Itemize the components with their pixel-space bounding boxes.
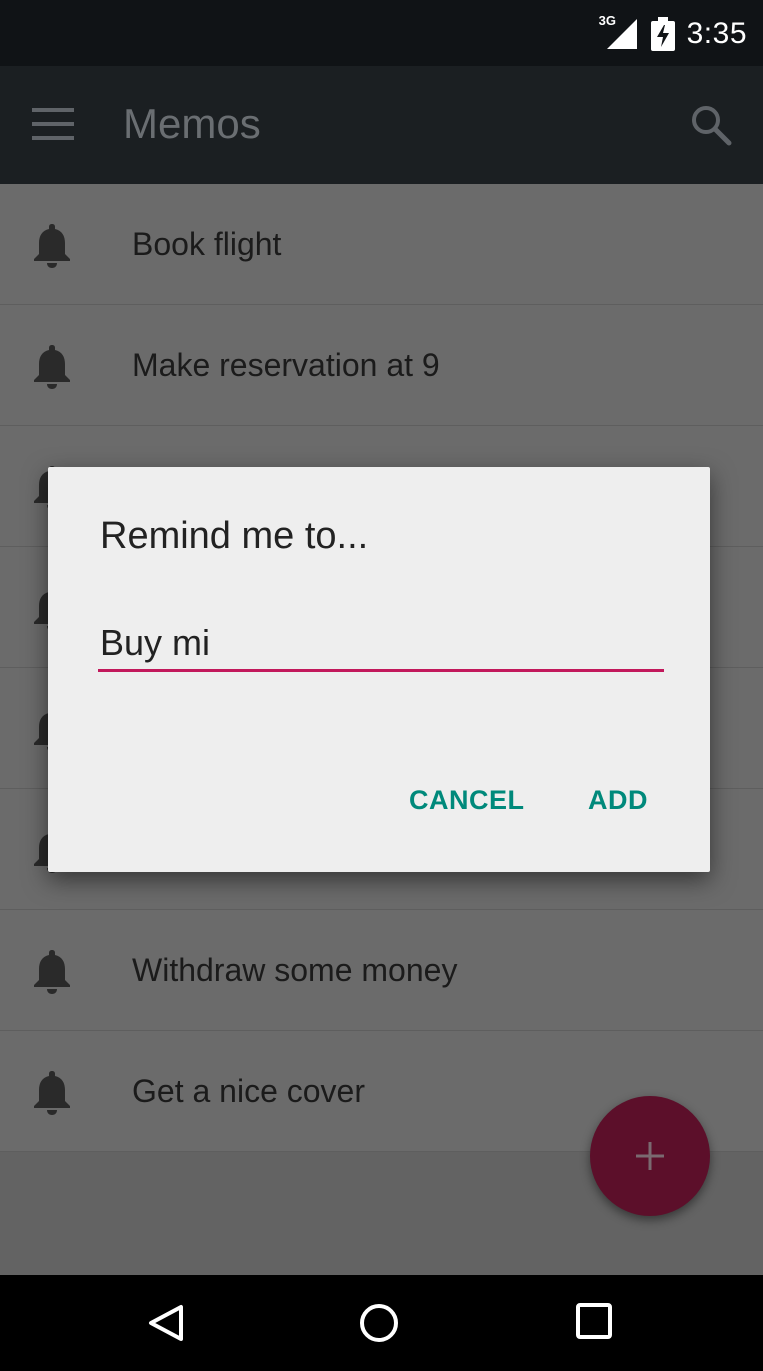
bell-icon — [34, 1071, 70, 1115]
plus-icon — [636, 1142, 664, 1170]
memo-item[interactable]: Withdraw some money — [0, 910, 763, 1031]
bell-icon — [34, 345, 70, 389]
memo-text: Get a nice cover — [132, 1073, 365, 1109]
cancel-button[interactable]: CANCEL — [409, 785, 525, 816]
search-icon[interactable] — [690, 104, 732, 146]
add-button[interactable]: ADD — [588, 785, 648, 816]
memo-item[interactable]: Book flight — [0, 184, 763, 305]
remind-dialog: Remind me to... CANCEL ADD — [48, 467, 710, 872]
dialog-title: Remind me to... — [100, 515, 369, 557]
signal-icon: 3G — [599, 13, 639, 51]
reminder-input[interactable] — [98, 617, 664, 672]
app-title: Memos — [123, 100, 261, 147]
memo-item[interactable]: Make reservation at 9 — [0, 305, 763, 426]
status-icons: 3G 3:35 — [599, 13, 747, 54]
clock: 3:35 — [686, 17, 747, 50]
recents-icon[interactable] — [574, 1301, 614, 1341]
memo-text: Book flight — [132, 226, 282, 262]
memo-text: Make reservation at 9 — [132, 347, 440, 383]
bell-icon — [34, 950, 70, 994]
home-icon[interactable] — [357, 1301, 401, 1345]
app-bar: Memos — [0, 66, 763, 184]
status-bar: 3G 3:35 — [0, 0, 763, 66]
add-memo-button[interactable] — [590, 1096, 710, 1216]
menu-icon[interactable] — [32, 106, 74, 142]
battery-icon — [650, 17, 675, 51]
navigation-bar — [0, 1275, 763, 1371]
bell-icon — [34, 224, 70, 268]
memo-text: Withdraw some money — [132, 952, 458, 988]
back-icon[interactable] — [145, 1301, 189, 1345]
